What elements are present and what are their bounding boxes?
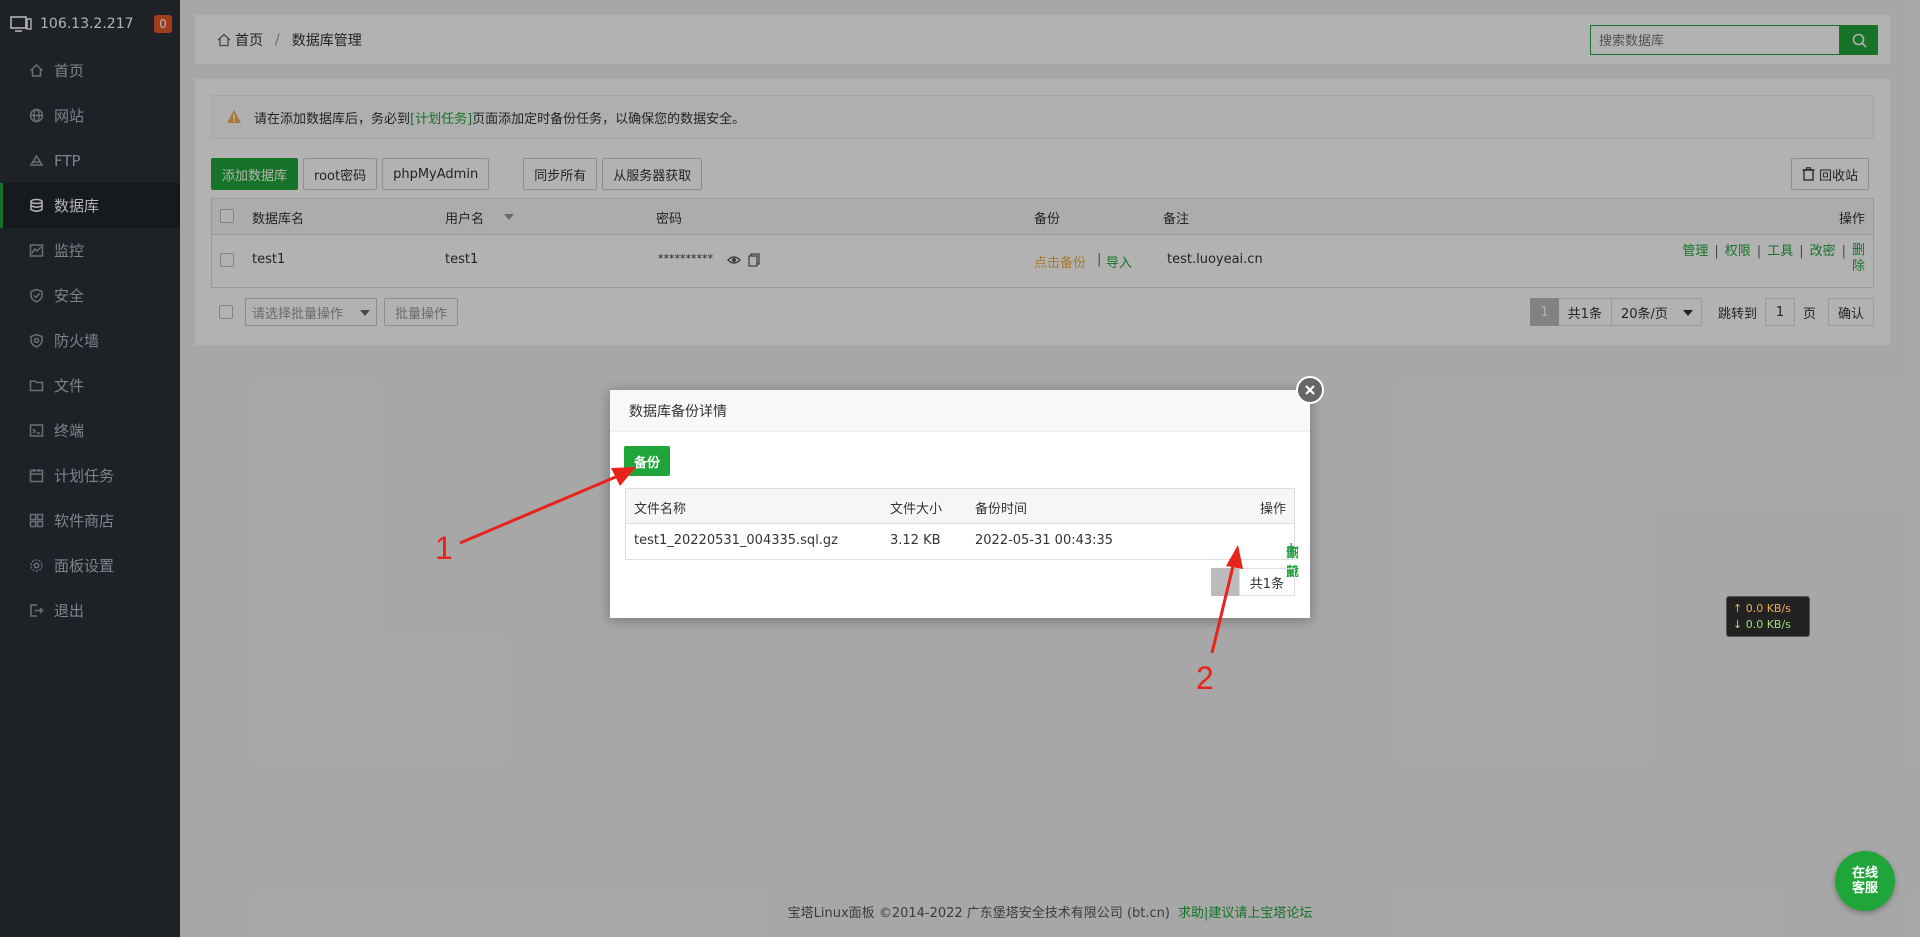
backup-table-header: 文件名称 文件大小 备份时间 操作 [626, 489, 1294, 524]
download-speed: ↓ 0.0 KB/s [1733, 618, 1791, 631]
close-button[interactable] [1296, 376, 1324, 404]
upload-speed: ↑ 0.0 KB/s [1733, 602, 1791, 615]
backup-button[interactable]: 备份 [624, 446, 671, 476]
online-support-button[interactable]: 在线 客服 [1835, 851, 1895, 911]
annotation-label-2: 2 [1196, 660, 1214, 696]
backup-table: 文件名称 文件大小 备份时间 操作 test1_20220531_004335.… [625, 488, 1299, 580]
network-speed-widget: ↑ 0.0 KB/s ↓ 0.0 KB/s [1726, 596, 1810, 637]
header-backup-time: 备份时间 [975, 502, 1028, 517]
modal-pagination: 共1条 [1210, 568, 1295, 596]
modal-title: 数据库备份详情 [610, 390, 1310, 432]
modal-page-indicator[interactable] [1210, 568, 1239, 596]
backup-time: 2022-05-31 00:43:35 [975, 533, 1114, 548]
close-icon [1305, 385, 1315, 395]
backup-details-modal: 数据库备份详情 备份 文件名称 文件大小 备份时间 操作 test1_20220… [610, 376, 1324, 618]
modal-total-count: 共1条 [1238, 568, 1295, 596]
header-file-size: 文件大小 [890, 502, 943, 517]
backup-file-size: 3.12 KB [890, 533, 941, 548]
annotation-label-1: 1 [435, 530, 453, 566]
support-label-line1: 在线 [1851, 866, 1878, 881]
support-label-line2: 客服 [1851, 881, 1878, 896]
backup-row: test1_20220531_004335.sql.gz 3.12 KB 202… [626, 524, 1299, 580]
header-operations: 操作 [1259, 502, 1286, 517]
backup-file-name: test1_20220531_004335.sql.gz [634, 533, 839, 548]
header-file-name: 文件名称 [634, 502, 687, 517]
